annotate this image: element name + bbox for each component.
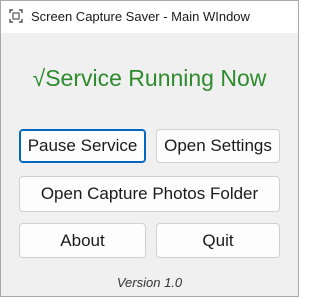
pause-service-label: Pause Service [27, 136, 138, 155]
about-label: About [60, 231, 105, 250]
quit-button[interactable]: Quit [156, 223, 280, 258]
main-window: Screen Capture Saver - Main WIndow √Serv… [0, 0, 299, 297]
open-settings-button[interactable]: Open Settings [156, 129, 280, 163]
open-capture-folder-button[interactable]: Open Capture Photos Folder [19, 176, 280, 212]
service-status-text: √Service Running Now [32, 65, 267, 91]
window-title: Screen Capture Saver - Main WIndow [31, 9, 250, 24]
capture-frame-icon [9, 9, 23, 23]
version-label: Version 1.0 [116, 275, 183, 290]
quit-label: Quit [202, 231, 234, 250]
title-bar[interactable]: Screen Capture Saver - Main WIndow [1, 1, 298, 33]
pause-service-button[interactable]: Pause Service [19, 129, 146, 163]
open-capture-folder-label: Open Capture Photos Folder [40, 184, 259, 203]
about-button[interactable]: About [19, 223, 146, 258]
open-settings-label: Open Settings [164, 136, 272, 155]
